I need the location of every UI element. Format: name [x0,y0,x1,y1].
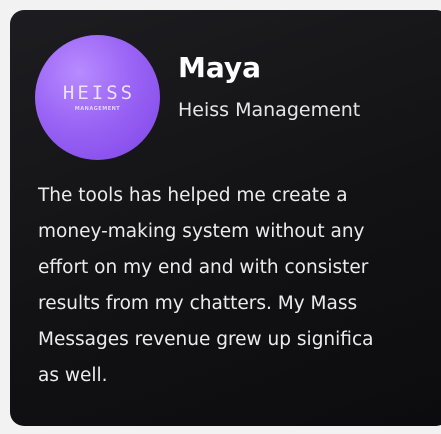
testimonial-quote: The tools has helped me create a money-m… [38,178,441,394]
quote-line: The tools has helped me create a [38,185,348,206]
avatar: HEISS MANAGEMENT [35,35,160,160]
quote-line: Messages revenue grew up significa [38,329,374,350]
author-company: Heiss Management [178,99,361,121]
quote-line: effort on my end and with consister [38,257,369,278]
avatar-logo-subtext: MANAGEMENT [74,105,121,112]
avatar-logo-text: HEISS [62,81,136,104]
quote-line: money-making system without any [38,221,365,242]
testimonial-card: HEISS MANAGEMENT Maya Heiss Management T… [10,10,441,426]
quote-line: as well. [38,365,108,386]
quote-line: results from my chatters. My Mass [38,293,358,314]
author-name: Maya [178,51,262,84]
